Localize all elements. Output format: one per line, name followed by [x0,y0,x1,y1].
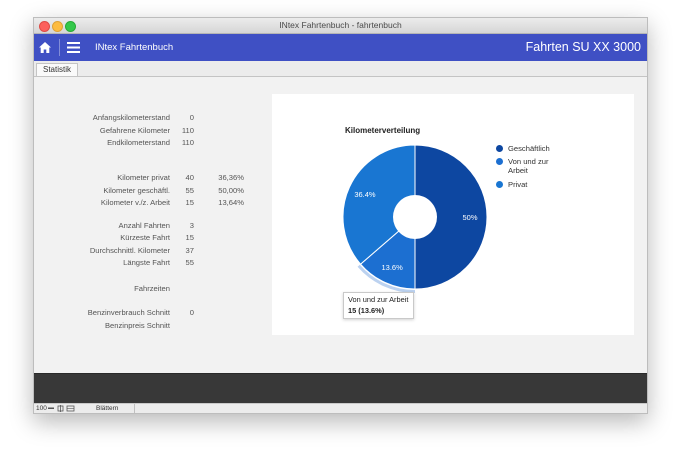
stat-percent: 13,64% [218,198,244,207]
stat-value: 110 [181,126,194,135]
legend-label: Privat [508,180,528,189]
stat-value: 40 [185,173,194,182]
status-bar: 100 Blättern [34,403,647,413]
legend-label: Geschäftlich [508,144,550,153]
chart-card: Kilometerverteilung 50% 13.6% 36.4% Geschä… [272,94,634,335]
stat-percent: 36,36% [218,173,244,182]
stat-value: 0 [189,113,194,122]
home-button[interactable] [34,34,56,61]
pie-chart: 50% 13.6% 36.4% [342,144,488,293]
tooltip-title: Von und zur Arbeit [348,295,409,304]
zoom-level: 100 [36,405,47,412]
stat-label: Benzinpreis Schnitt [104,321,170,330]
stat-label: Kilometer geschäftl. [103,186,170,195]
stat-label: Gefahrene Kilometer [99,126,170,135]
app-header: INtex Fahrtenbuch Fahrten SU XX 3000 [34,34,647,61]
statistics-panel: Anfangskilometerstand 0 Gefahrene Kilome… [34,77,647,373]
stat-label: Anzahl Fahrten [118,221,171,230]
stat-value: 110 [181,138,194,147]
fahrzeiten-label: Fahrzeiten [134,284,170,293]
hamburger-icon [66,42,80,53]
legend-swatch [496,158,503,165]
status-divider [134,404,135,413]
menu-button[interactable] [62,34,84,61]
pie-slice-label: 36.4% [354,190,376,199]
stat-label: Kürzeste Fahrt [120,233,170,242]
stat-value: 15 [185,198,194,207]
legend-swatch [496,145,503,152]
stat-value: 3 [189,221,194,230]
vehicle-title: Fahrten SU XX 3000 [525,40,641,54]
pie-slice-label: 50% [462,213,477,222]
legend-swatch [496,181,503,188]
stat-label: Kilometer privat [117,173,170,182]
stat-percent: 50,00% [218,186,244,195]
stat-label: Längste Fahrt [123,258,170,267]
footer-bar [34,373,647,404]
mode-label[interactable]: Blättern [96,405,118,412]
legend-label: Von und zur Arbeit [508,157,549,175]
stat-label: Kilometer v./z. Arbeit [100,198,170,207]
stat-value: 37 [185,246,194,255]
stat-label: Benzinverbrauch Schnitt [87,308,170,317]
stat-value: 0 [189,308,194,317]
tab-bar: Statistik [34,61,647,77]
title-bar: INtex Fahrtenbuch - fahrtenbuch [34,18,647,34]
stat-value: 55 [185,258,194,267]
zoom-controls[interactable] [48,405,78,412]
chart-tooltip: Von und zur Arbeit 15 (13.6%) [343,292,414,319]
app-window: INtex Fahrtenbuch - fahrtenbuch INtex Fa… [33,17,648,414]
tooltip-value: 15 (13.6%) [348,306,385,315]
pie-slice-label: 13.6% [382,263,404,272]
stat-value: 15 [185,233,194,242]
window-title: INtex Fahrtenbuch - fahrtenbuch [279,20,402,30]
donut-hole [393,195,437,239]
tab-statistik[interactable]: Statistik [36,63,79,76]
app-name: INtex Fahrtenbuch [95,42,174,53]
stat-label: Durchschnittl. Kilometer [89,246,170,255]
home-icon [39,42,51,53]
header-separator [59,39,60,56]
stat-label: Endkilometerstand [107,138,170,147]
stat-value: 55 [185,186,194,195]
stat-label: Anfangskilometerstand [92,113,170,122]
